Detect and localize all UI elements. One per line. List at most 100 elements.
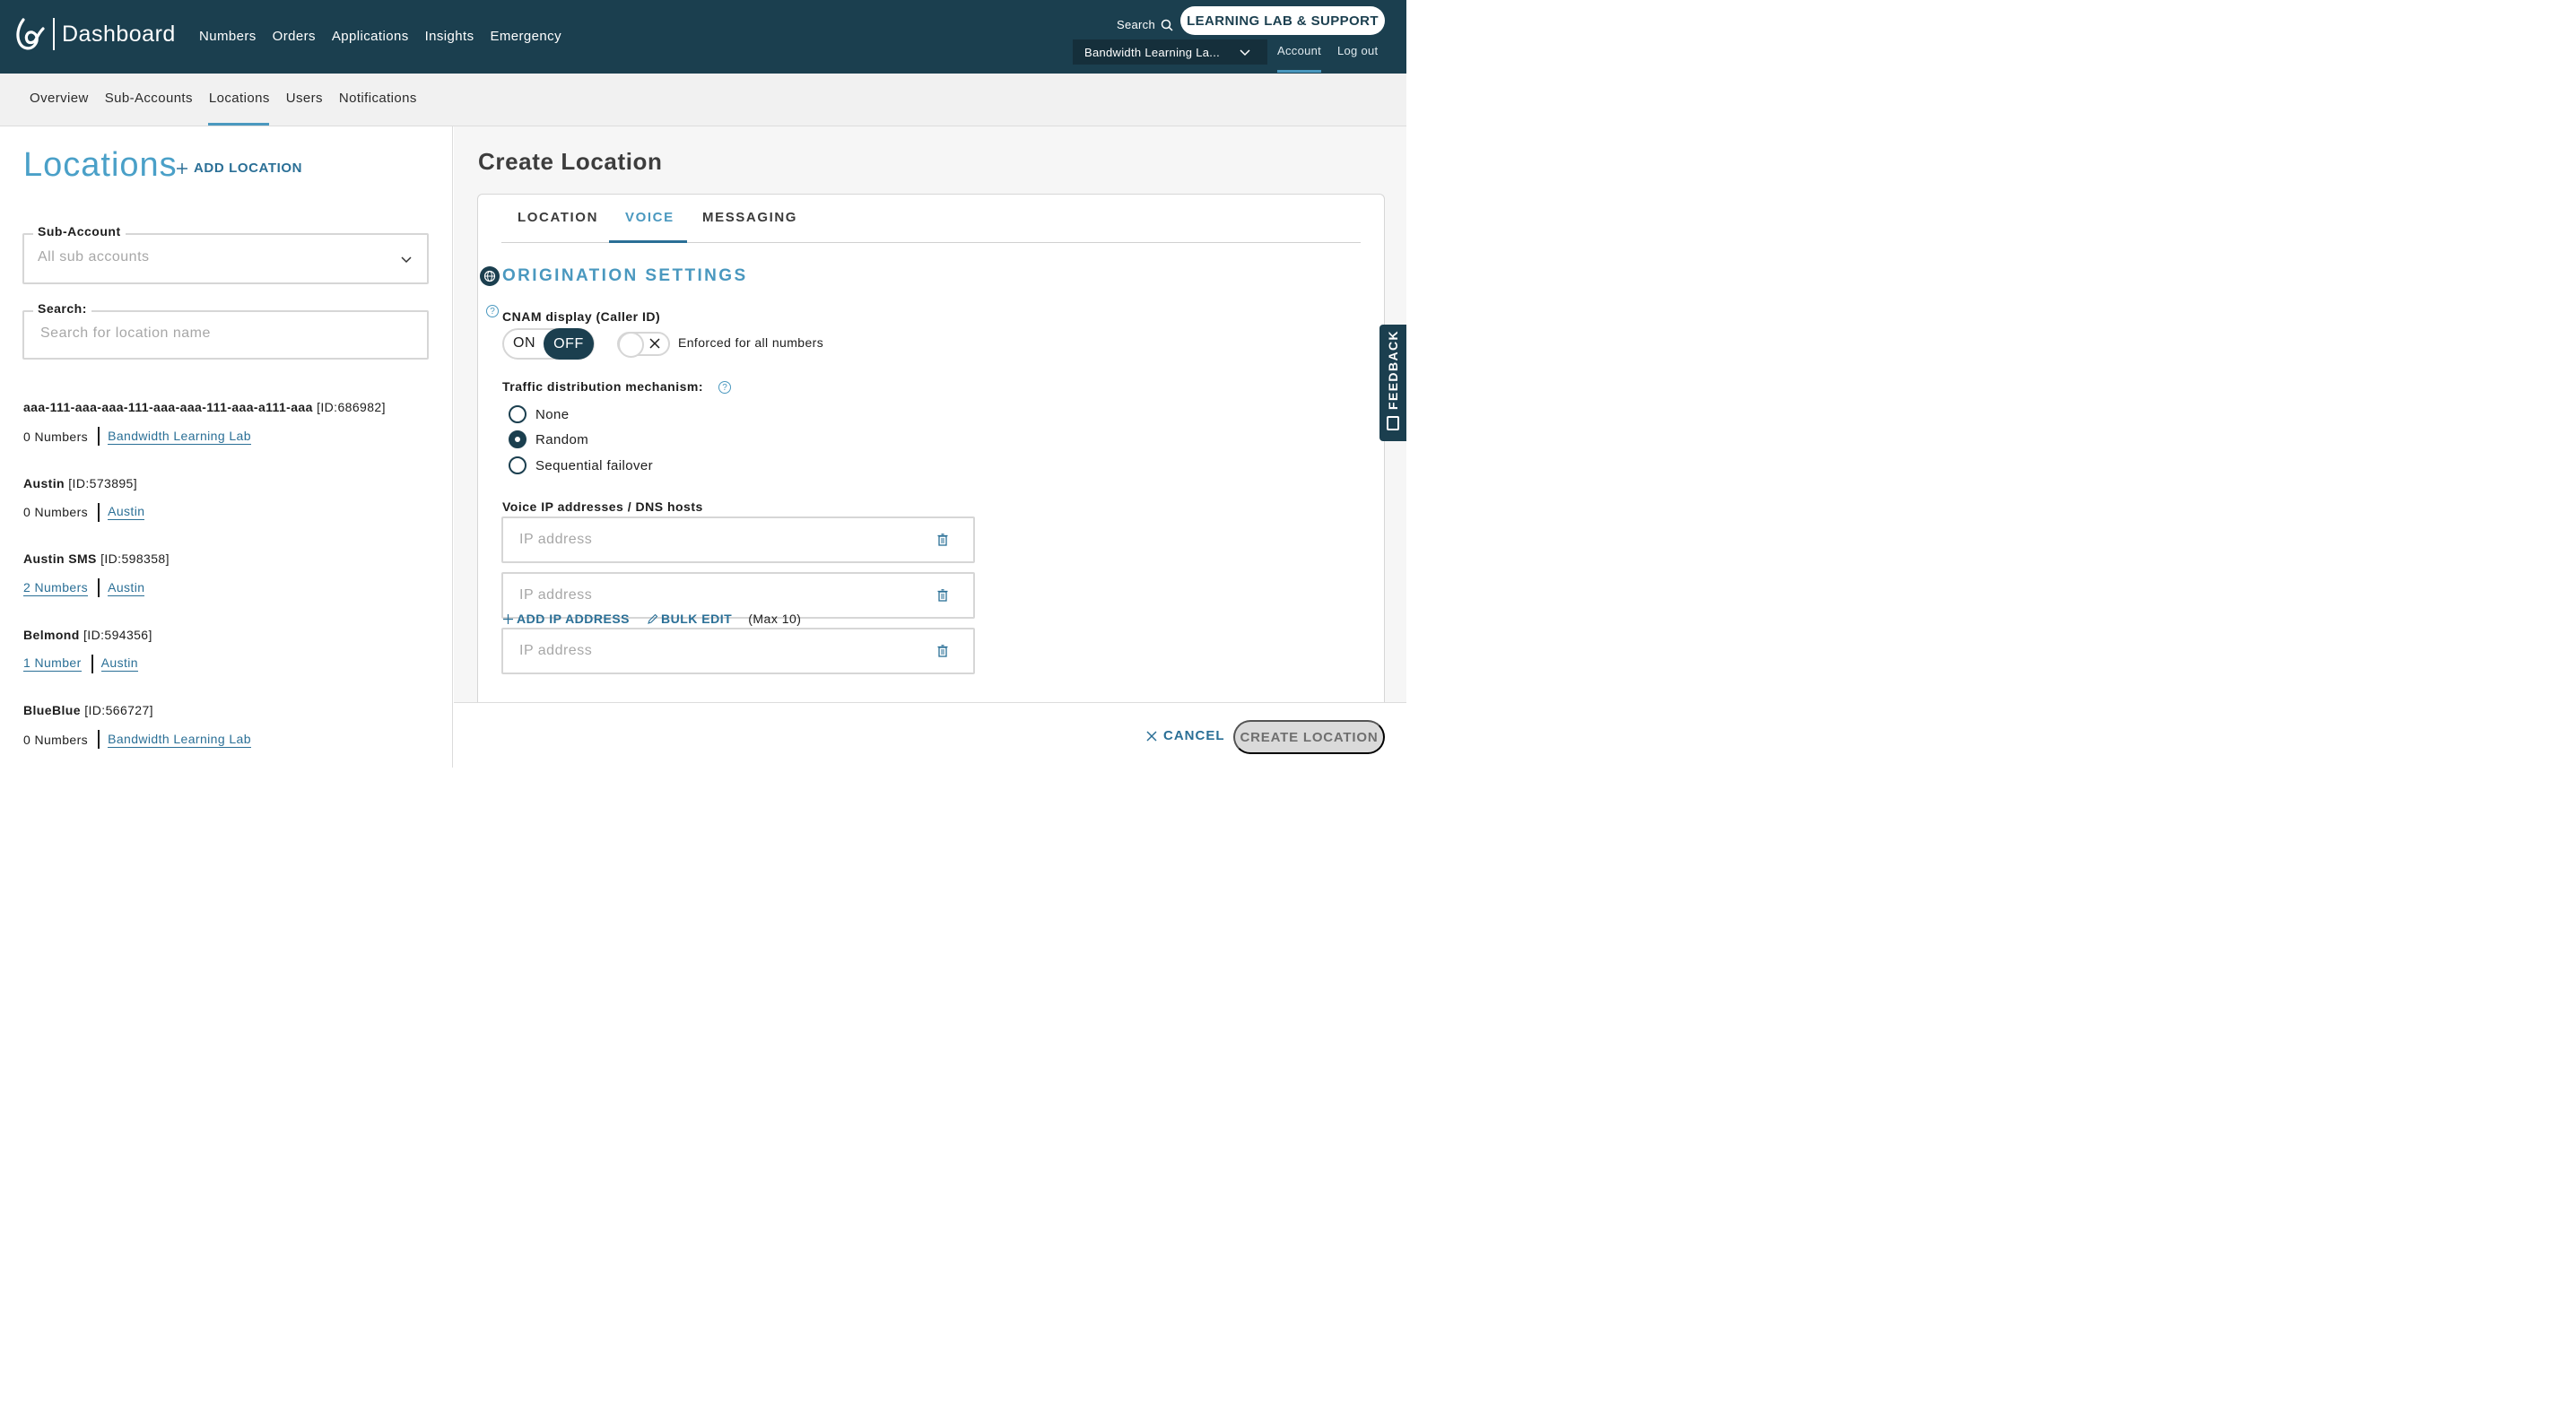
chevron-down-icon [1240, 49, 1250, 56]
radio-button[interactable] [509, 456, 527, 474]
location-meta: 0 Numbers Bandwidth Learning Lab [23, 730, 445, 749]
traffic-label: Traffic distribution mechanism: [502, 379, 703, 394]
location-subaccount-link[interactable]: Austin [108, 504, 145, 520]
cancel-button[interactable]: CANCEL [1145, 728, 1225, 743]
ip-address-field[interactable]: IP address [501, 516, 975, 563]
add-location-button[interactable]: ADD LOCATION [176, 161, 302, 176]
add-location-label: ADD LOCATION [194, 161, 303, 176]
ip-address-input[interactable]: IP address [519, 643, 592, 659]
nav-orders[interactable]: Orders [273, 29, 316, 44]
sub-nav: Overview Sub-Accounts Locations Users No… [0, 74, 1406, 126]
trash-icon[interactable] [937, 645, 948, 657]
location-meta: 0 Numbers Bandwidth Learning Lab [23, 427, 445, 446]
location-meta: 0 Numbers Austin [23, 502, 445, 522]
subnav-locations[interactable]: Locations [209, 91, 270, 106]
divider [98, 502, 100, 522]
tab-location[interactable]: LOCATION [518, 210, 598, 225]
list-item[interactable]: BlueBlue [ID:566727] 0 Numbers Bandwidth L… [23, 703, 445, 768]
location-subaccount-link[interactable]: Austin [100, 655, 138, 672]
location-subaccount-link[interactable]: Bandwidth Learning Lab [108, 429, 251, 445]
ip-address-input[interactable]: IP address [519, 587, 592, 603]
voice-ip-label: Voice IP addresses / DNS hosts [502, 499, 703, 514]
tab-messaging[interactable]: MESSAGING [702, 210, 797, 225]
nav-insights[interactable]: Insights [425, 29, 474, 44]
radio-label: None [535, 406, 570, 422]
account-selector[interactable]: Bandwidth Learning La... [1073, 39, 1267, 65]
dashboard-title[interactable]: Dashboard [62, 22, 176, 48]
nav-emergency[interactable]: Emergency [491, 29, 561, 44]
subaccount-select[interactable]: Sub-Account All sub accounts [22, 224, 429, 284]
location-name: BlueBlue [ID:566727] [23, 703, 445, 717]
trash-icon[interactable] [937, 534, 948, 546]
subnav-sub-accounts[interactable]: Sub-Accounts [105, 91, 193, 106]
cnam-on-option[interactable]: ON [513, 335, 535, 352]
feedback-label: FEEDBACK [1386, 330, 1400, 410]
search-icon [1161, 19, 1173, 31]
list-item[interactable]: Belmond [ID:594356] 1 Number Austin [23, 628, 445, 704]
divider [98, 578, 100, 597]
location-numbers[interactable]: 1 Number [23, 655, 82, 672]
ip-address-field[interactable]: IP address [501, 628, 975, 674]
radio-random[interactable]: Random [509, 430, 588, 448]
location-id: [ID:566727] [84, 703, 153, 717]
search-label: Search: [33, 301, 91, 316]
divider [91, 654, 93, 673]
list-item[interactable]: Austin [ID:573895] 0 Numbers Austin [23, 476, 445, 552]
radio-label: Random [535, 431, 589, 447]
enforced-toggle[interactable] [617, 332, 670, 358]
location-id: [ID:598358] [100, 551, 170, 566]
nav-applications[interactable]: Applications [332, 29, 409, 44]
chevron-down-icon [401, 256, 412, 264]
cnam-toggle[interactable]: ON OFF [502, 328, 595, 360]
logout-link[interactable]: Log out [1337, 44, 1378, 57]
location-id: [ID:686982] [317, 400, 386, 414]
search-field[interactable]: Search: Search for location name [22, 301, 429, 360]
location-numbers[interactable]: 2 Numbers [23, 580, 89, 596]
learning-lab-support-button[interactable]: LEARNING LAB & SUPPORT [1180, 6, 1385, 35]
page-title: Locations [23, 146, 178, 184]
cnam-off-option[interactable]: OFF [544, 328, 594, 360]
location-subaccount-link[interactable]: Bandwidth Learning Lab [108, 732, 251, 748]
location-numbers: 0 Numbers [23, 429, 89, 444]
subnav-active-indicator [208, 123, 269, 126]
max-note: (Max 10) [748, 612, 802, 626]
account-active-indicator [1277, 70, 1321, 73]
plus-icon [503, 613, 513, 624]
tab-voice[interactable]: VOICE [625, 210, 674, 225]
cnam-label: CNAM display (Caller ID) [502, 309, 661, 324]
subnav-users[interactable]: Users [286, 91, 323, 106]
add-ip-address-button[interactable]: ADD IP ADDRESS [502, 612, 630, 626]
feedback-icon [1387, 416, 1399, 430]
divider [98, 427, 100, 446]
tab-bar: LOCATION VOICE MESSAGING [501, 195, 1361, 243]
search-input[interactable]: Search for location name [40, 325, 211, 342]
location-subaccount-link[interactable]: Austin [108, 580, 145, 596]
subnav-overview[interactable]: Overview [30, 91, 89, 106]
ip-address-input[interactable]: IP address [519, 532, 592, 548]
bulk-edit-button[interactable]: BULK EDIT [647, 612, 732, 626]
help-icon[interactable]: ? [486, 305, 499, 317]
radio-sequential-failover[interactable]: Sequential failover [509, 456, 653, 474]
feedback-tab[interactable]: FEEDBACK [1379, 325, 1406, 441]
location-name: aaa-111-aaa-aaa-111-aaa-aaa-111-aaa-a111… [23, 400, 445, 414]
cancel-label: CANCEL [1163, 728, 1225, 743]
list-item[interactable]: aaa-111-aaa-aaa-111-aaa-aaa-111-aaa-a111… [23, 400, 445, 476]
create-location-panel: Create Location LOCATION VOICE MESSAGING… [454, 126, 1406, 768]
bandwidth-logo-icon[interactable] [14, 18, 45, 52]
location-name: Belmond [ID:594356] [23, 628, 445, 642]
location-id: [ID:573895] [68, 475, 138, 490]
enforced-label: Enforced for all numbers [678, 335, 824, 350]
trash-icon[interactable] [937, 589, 948, 602]
help-icon[interactable]: ? [718, 381, 731, 394]
tab-active-indicator [609, 240, 687, 243]
create-location-button[interactable]: CREATE LOCATION [1233, 720, 1385, 754]
account-link[interactable]: Account [1277, 44, 1321, 57]
radio-none[interactable]: None [509, 405, 569, 423]
radio-button[interactable] [509, 405, 527, 423]
header-search[interactable]: Search [1117, 18, 1173, 31]
subnav-notifications[interactable]: Notifications [339, 91, 417, 106]
list-item[interactable]: Austin SMS [ID:598358] 2 Numbers Austin [23, 551, 445, 628]
radio-button[interactable] [509, 430, 527, 448]
nav-numbers[interactable]: Numbers [199, 29, 257, 44]
header-search-label: Search [1117, 18, 1155, 31]
